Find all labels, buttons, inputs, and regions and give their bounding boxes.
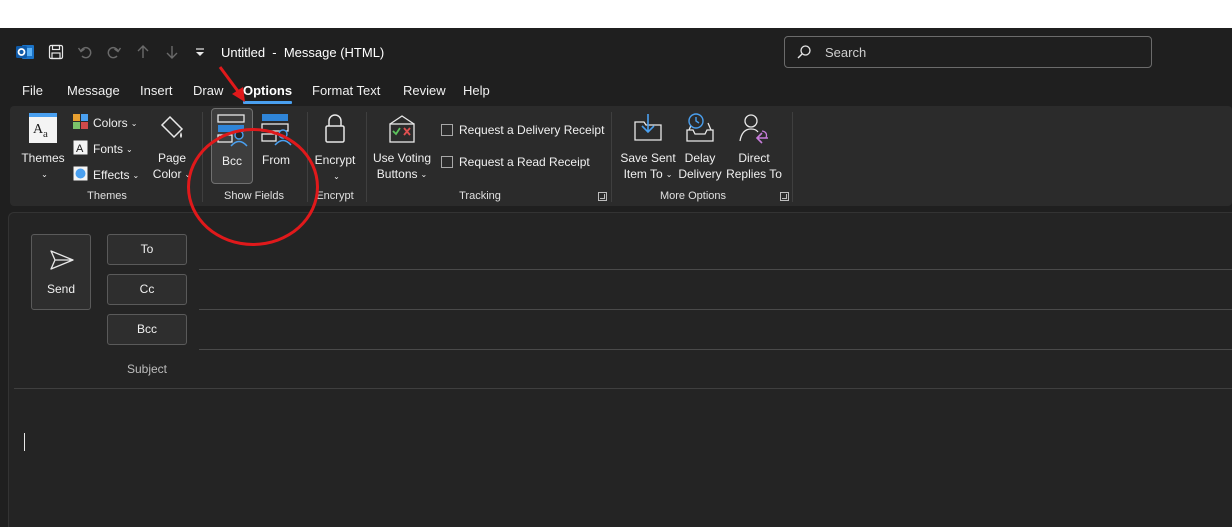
undo-icon[interactable] [75, 42, 95, 62]
delay-delivery-button[interactable]: Delay Delivery [676, 112, 724, 182]
ribbon-tabs: File Message Insert Draw Options Format … [0, 76, 1232, 106]
colors-button[interactable]: Colors ⌄ [73, 114, 137, 132]
from-field-icon [258, 112, 294, 150]
svg-text:a: a [43, 128, 48, 140]
fonts-icon: A [73, 140, 88, 158]
chevron-down-icon: ⌄ [41, 169, 48, 179]
tab-format-text[interactable]: Format Text [312, 83, 380, 98]
group-label-tracking: Tracking [459, 190, 501, 202]
chevron-down-icon: ⌄ [126, 144, 133, 154]
colors-icon [73, 114, 88, 132]
ribbon-options: Aa Themes ⌄ Colors ⌄ A Fonts ⌄ Effects ⌄ Pag… [10, 106, 1232, 206]
tab-insert[interactable]: Insert [140, 83, 173, 98]
tracking-dialog-launcher-icon[interactable] [598, 192, 607, 201]
chevron-down-icon: ⌄ [665, 169, 673, 179]
outlook-message-window: Untitled - Message (HTML) File Message I… [0, 28, 1232, 527]
themes-icon: Aa [18, 112, 68, 148]
divider [14, 388, 1232, 389]
cc-field[interactable] [199, 280, 1232, 310]
bcc-toggle-button[interactable]: Bcc [211, 108, 253, 184]
search-box[interactable] [784, 36, 1152, 68]
tab-help[interactable]: Help [463, 83, 490, 98]
chevron-down-icon: ⌄ [132, 170, 140, 180]
group-label-show-fields: Show Fields [224, 190, 284, 202]
redo-icon[interactable] [104, 42, 124, 62]
page-color-icon [150, 112, 194, 148]
outlook-app-icon [14, 42, 36, 62]
direct-replies-icon [724, 112, 784, 148]
send-icon [50, 250, 74, 270]
bcc-button[interactable]: Bcc [107, 314, 187, 345]
checkbox-box[interactable] [441, 156, 453, 168]
voting-icon [372, 112, 432, 148]
group-label-encrypt: Encrypt [316, 190, 354, 202]
document-title: Untitled - Message (HTML) [221, 45, 385, 60]
save-sent-folder-icon [618, 112, 678, 148]
read-receipt-checkbox[interactable]: Request a Read Receipt [441, 155, 590, 169]
tab-review[interactable]: Review [403, 83, 446, 98]
direct-replies-to-button[interactable]: Direct Replies To [724, 112, 784, 182]
search-icon [796, 44, 812, 63]
divider [792, 112, 793, 202]
chevron-down-icon: ⌄ [130, 118, 138, 128]
encrypt-button[interactable]: Encrypt ⌄ [312, 112, 358, 185]
save-sent-item-to-button[interactable]: Save Sent Item To ⌄ [618, 112, 678, 183]
to-button[interactable]: To [107, 234, 187, 265]
down-arrow-icon[interactable] [162, 42, 182, 62]
save-icon[interactable] [46, 42, 66, 62]
group-label-themes: Themes [87, 190, 127, 202]
divider [202, 112, 203, 202]
lock-icon [312, 112, 358, 150]
tab-options[interactable]: Options [243, 83, 293, 104]
delay-delivery-icon [676, 112, 724, 148]
effects-button[interactable]: Effects ⌄ [73, 166, 139, 184]
chevron-down-icon: ⌄ [333, 171, 340, 181]
delivery-receipt-checkbox[interactable]: Request a Delivery Receipt [441, 123, 604, 137]
chevron-down-icon: ⌄ [420, 169, 428, 179]
divider [611, 112, 612, 202]
up-arrow-icon[interactable] [133, 42, 153, 62]
from-toggle-button[interactable]: From [258, 112, 294, 168]
divider [307, 112, 308, 202]
tab-draw[interactable]: Draw [193, 83, 223, 98]
title-bar: Untitled - Message (HTML) [0, 28, 1232, 76]
search-input[interactable] [825, 42, 1125, 62]
more-options-dialog-launcher-icon[interactable] [780, 192, 789, 201]
message-body[interactable] [19, 399, 1219, 524]
page-color-button[interactable]: Page Color ⌄ [150, 112, 194, 183]
subject-field[interactable] [199, 356, 1232, 386]
effects-icon [73, 166, 88, 184]
chevron-down-icon: ⌄ [184, 169, 192, 179]
customize-qat-icon[interactable] [192, 42, 208, 62]
subject-label: Subject [126, 362, 168, 376]
cc-button[interactable]: Cc [107, 274, 187, 305]
to-field[interactable] [199, 240, 1232, 270]
divider [366, 112, 367, 202]
use-voting-buttons-button[interactable]: Use Voting Buttons ⌄ [372, 112, 432, 183]
tab-message[interactable]: Message [67, 83, 120, 98]
send-button[interactable]: Send [31, 234, 91, 310]
group-label-more-options: More Options [659, 190, 727, 202]
fonts-button[interactable]: A Fonts ⌄ [73, 140, 133, 158]
themes-button[interactable]: Aa Themes ⌄ [18, 112, 68, 183]
text-cursor [24, 433, 25, 451]
bcc-field-icon [212, 113, 252, 151]
svg-text:A: A [76, 143, 84, 155]
bcc-field[interactable] [199, 320, 1232, 350]
checkbox-box[interactable] [441, 124, 453, 136]
tab-file[interactable]: File [22, 83, 43, 98]
compose-area: Send To Cc Bcc Subject [8, 212, 1232, 527]
